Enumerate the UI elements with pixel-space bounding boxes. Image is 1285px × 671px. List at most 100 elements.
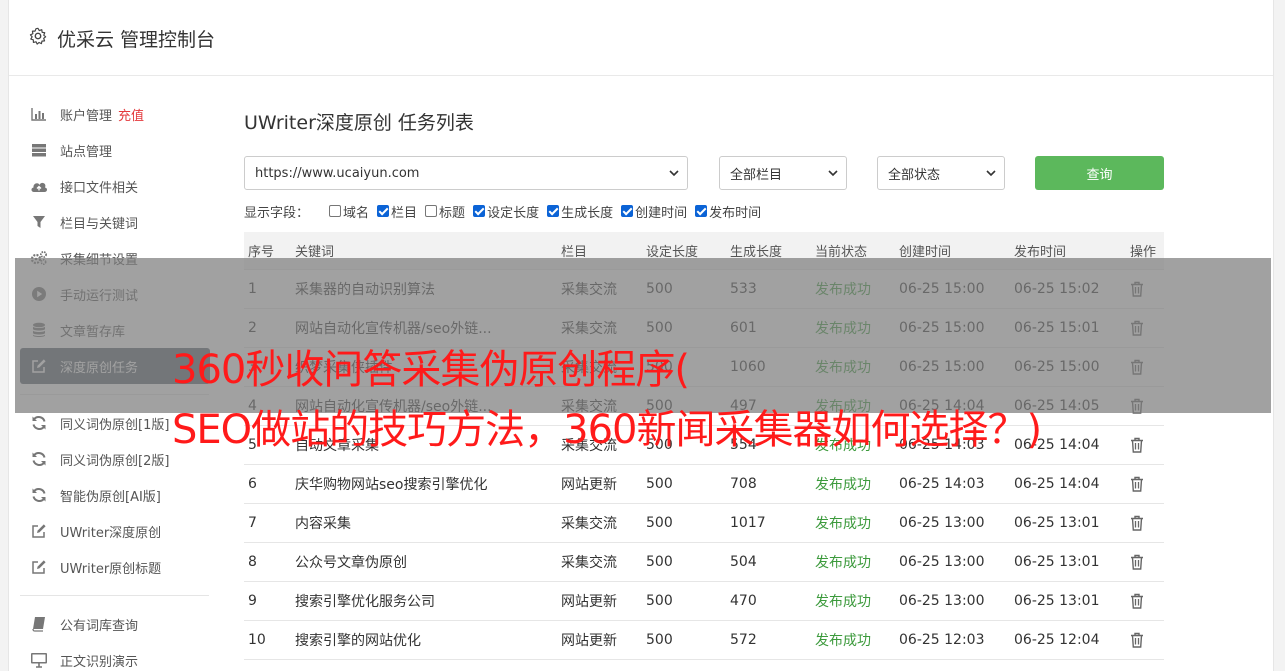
field-checkbox-4[interactable]: 生成长度 [547,202,613,221]
table-cell: 470 [730,593,757,609]
sidebar-item-label: 站点管理 [60,144,113,160]
table-cell: 网站更新 [561,594,617,610]
table-cell[interactable]: 公众号文章伪原创 [295,543,553,581]
checkbox-label: 创建时间 [635,205,688,221]
site-select-value: https://www.ucaiyun.com [255,165,420,181]
table-cell: 06-25 13:01 [1014,593,1100,609]
sidebar-item-items-1[interactable]: 站点管理 [20,132,210,168]
refresh-icon [30,487,48,503]
server-icon [30,142,48,158]
table-cell: 06-25 13:00 [899,554,985,570]
table-cell: 采集交流 [561,516,617,532]
field-checkbox-6[interactable]: 发布时间 [695,202,761,221]
table-cell: 10 [248,632,266,648]
sidebar-item-items3-0[interactable]: 公有词库查询 [20,606,210,642]
sidebar-item-label: 同义词伪原创[1版] [60,417,170,433]
query-button[interactable]: 查询 [1035,156,1164,190]
site-select[interactable]: https://www.ucaiyun.com [244,156,688,190]
app-title: 优采云 管理控制台 [57,29,216,51]
trash-icon [1130,593,1144,609]
column-select[interactable]: 全部栏目 [719,156,847,190]
status-select[interactable]: 全部状态 [877,156,1005,190]
sidebar-item-items-2[interactable]: 接口文件相关 [20,168,210,204]
table-cell: 网站更新 [561,633,617,649]
table-cell: 708 [730,476,757,492]
table-row: 10 搜索引擎的网站优化 网站更新 500 572 发布成功 06-25 12:03 06-2… [244,621,1164,660]
table-cell: 8 [248,554,257,570]
bar-chart-icon [30,106,48,122]
table-cell: 9 [248,593,257,609]
checkbox-box[interactable] [547,205,560,217]
sidebar-item-label: 同义词伪原创[2版] [60,453,170,469]
table-cell[interactable]: 搜索引擎的网站优化 [295,621,553,659]
trash-icon [1130,515,1144,531]
table-cell: 7 [248,515,257,531]
gear-icon [29,27,47,45]
checkbox-box[interactable] [377,205,390,217]
table-cell: 500 [646,476,673,492]
table-cell: 572 [730,632,757,648]
table-cell: 06-25 13:00 [899,593,985,609]
table-row: 6 庆华购物网站seo搜索引擎优化 网站更新 500 708 发布成功 06-25 14:0… [244,465,1164,504]
checkbox-box[interactable] [473,205,486,217]
sidebar-item-items3-1[interactable]: 正文识别演示 [20,642,210,671]
sidebar-item-items2-3[interactable]: UWriter深度原创 [20,513,210,549]
trash-icon [1130,476,1144,492]
chevron-down-icon [669,170,679,177]
table-row: 7 内容采集 采集交流 500 1017 发布成功 06-25 13:00 06-25 13:… [244,504,1164,543]
overlay-title-line1: 360秒收问答采集伪原创程序( [172,347,690,393]
checkbox-label: 域名 [343,205,370,221]
table-cell: 06-25 13:01 [1014,515,1100,531]
checkbox-label: 设定长度 [487,205,540,221]
status-cell: 发布成功 [815,633,871,649]
checkbox-box[interactable] [695,205,708,217]
field-checkbox-3[interactable]: 设定长度 [473,202,539,221]
recharge-link[interactable]: 充值 [118,105,144,124]
field-checkbox-0[interactable]: 域名 [329,202,369,221]
table-cell: 6 [248,476,257,492]
refresh-icon [30,451,48,467]
table-cell: 06-25 14:04 [1014,476,1100,492]
field-checkbox-5[interactable]: 创建时间 [621,202,687,221]
table-cell: 06-25 13:01 [1014,554,1100,570]
sidebar-item-items-0[interactable]: 账户管理 充值 [20,96,210,132]
table-cell[interactable]: 搜索引擎优化服务公司 [295,582,553,620]
field-checkbox-1[interactable]: 栏目 [377,202,417,221]
table-cell[interactable]: 庆华购物网站seo搜索引擎优化 [295,465,553,503]
edit-icon [30,559,48,575]
table-row: 9 搜索引擎优化服务公司 网站更新 500 470 发布成功 06-25 13:00 06-2… [244,582,1164,621]
table-cell: 06-25 13:00 [899,515,985,531]
checkbox-box[interactable] [621,205,634,217]
checkbox-label: 标题 [439,205,466,221]
table-cell: 500 [646,632,673,648]
status-cell: 发布成功 [815,516,871,532]
sidebar-item-items-3[interactable]: 栏目与关键词 [20,204,210,240]
delete-button[interactable] [1130,426,1164,464]
table-cell: 06-25 14:03 [899,476,985,492]
delete-button[interactable] [1130,465,1164,503]
delete-button[interactable] [1130,582,1164,620]
table-cell: 1017 [730,515,766,531]
table-cell: 采集交流 [561,555,617,571]
sidebar-item-label: 智能伪原创[AI版] [60,489,161,505]
trash-icon [1130,632,1144,648]
sidebar-item-label: 正文识别演示 [60,654,139,670]
table-cell: 06-25 12:03 [899,632,985,648]
trash-icon [1130,554,1144,570]
table-cell[interactable]: 内容采集 [295,504,553,542]
chevron-down-icon [986,170,996,177]
sidebar-item-items2-4[interactable]: UWriter原创标题 [20,549,210,585]
cloud-upload-icon [30,178,48,194]
book-icon [30,616,48,632]
display-fields-label: 显示字段： [244,205,310,221]
checkbox-box[interactable] [329,205,342,217]
field-checkbox-2[interactable]: 标题 [425,202,465,221]
sidebar-item-items2-2[interactable]: 智能伪原创[AI版] [20,477,210,513]
delete-button[interactable] [1130,621,1164,659]
table-cell: 500 [646,554,673,570]
delete-button[interactable] [1130,504,1164,542]
trash-icon [1130,437,1144,453]
checkbox-box[interactable] [425,205,438,217]
checkbox-label: 生成长度 [561,205,614,221]
delete-button[interactable] [1130,543,1164,581]
